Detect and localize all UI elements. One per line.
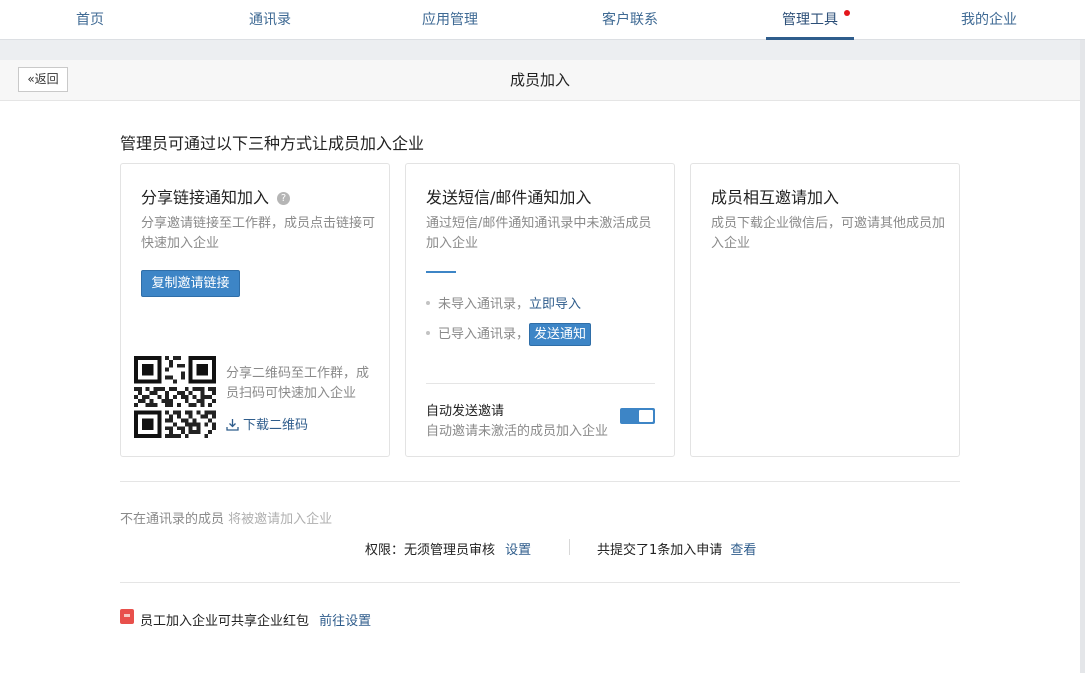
bullet-icon	[426, 301, 430, 305]
card-title: 发送短信/邮件通知加入	[426, 188, 592, 207]
mutual-invite-card: 成员相互邀请加入 成员下载企业微信后，可邀请其他成员加入企业	[690, 163, 960, 457]
section-divider	[120, 481, 960, 482]
share-link-card: 分享链接通知加入? 分享邀请链接至工作群，成员点击链接可快速加入企业 复制邀请链…	[120, 163, 390, 457]
double-chevron-left-icon: «	[27, 72, 35, 86]
faded-text-1: 不在通讯录的成员	[120, 512, 225, 527]
accent-bar	[426, 271, 456, 273]
red-packet-row: 员工加入企业可共享企业红包 前往设置	[140, 610, 371, 629]
red-packet-text: 员工加入企业可共享企业红包	[140, 614, 310, 629]
permission-row: 权限：无须管理员审核 设置	[365, 539, 531, 558]
nav-item-label: 通讯录	[249, 12, 291, 28]
view-applications-link[interactable]: 查看	[730, 543, 756, 558]
auto-invite-title: 自动发送邀请	[426, 404, 505, 419]
applications-row: 共提交了1条加入申请 查看	[597, 539, 756, 558]
imported-status-text: 已导入通讯录，	[438, 327, 530, 342]
nav-item-label: 我的企业	[961, 12, 1017, 28]
active-tab-underline	[766, 37, 854, 40]
nav-item-contacts[interactable]: 通讯录	[248, 0, 292, 40]
nav-item-home[interactable]: 首页	[75, 0, 105, 40]
applications-text: 共提交了1条加入申请	[597, 543, 723, 558]
nav-item-app-management[interactable]: 应用管理	[421, 0, 479, 40]
nav-item-label: 管理工具	[782, 12, 838, 28]
nav-item-label: 应用管理	[422, 12, 478, 28]
card-description: 分享邀请链接至工作群，成员点击链接可快速加入企业	[141, 216, 376, 251]
import-now-link[interactable]: 立即导入	[529, 297, 581, 312]
toggle-knob	[639, 410, 653, 422]
nav-item-management-tools[interactable]: 管理工具	[766, 0, 854, 40]
sms-email-card: 发送短信/邮件通知加入 通过短信/邮件通知通讯录中未激活成员加入企业 未导入通讯…	[405, 163, 675, 457]
download-icon	[226, 419, 239, 431]
download-qr-label: 下载二维码	[243, 418, 309, 433]
panel-header: 成员加入 «返回	[0, 60, 1080, 101]
nav-item-my-enterprise[interactable]: 我的企业	[960, 0, 1018, 40]
vertical-separator	[569, 539, 570, 555]
nav-item-label: 客户联系	[602, 12, 658, 28]
auto-invite-description: 自动邀请未激活的成员加入企业	[426, 424, 609, 439]
intro-heading: 管理员可通过以下三种方式让成员加入企业	[120, 134, 425, 153]
help-icon[interactable]: ?	[277, 192, 291, 205]
scrollbar-track[interactable]	[1080, 40, 1085, 673]
non-contact-invite-text: 不在通讯录的成员 将被邀请加入企业	[120, 508, 332, 527]
card-divider	[426, 383, 655, 384]
faded-text-2: 将被邀请加入企业	[228, 512, 333, 527]
send-notice-row: 已导入通讯录， 发送通知	[426, 323, 592, 346]
go-to-settings-link[interactable]: 前往设置	[319, 614, 371, 629]
page-title: 成员加入	[509, 71, 570, 89]
qr-description: 分享二维码至工作群，成员扫码可快速加入企业	[226, 366, 370, 401]
import-contacts-row: 未导入通讯录，立即导入	[426, 293, 581, 312]
permission-settings-link[interactable]: 设置	[505, 543, 531, 558]
bullet-icon	[426, 331, 430, 335]
nav-item-customer-contact[interactable]: 客户联系	[601, 0, 659, 40]
red-packet-icon	[120, 609, 134, 624]
member-join-panel: 成员加入 «返回 管理员可通过以下三种方式让成员加入企业 分享链接通知加入? 分…	[0, 60, 1080, 673]
auto-invite-toggle[interactable]	[620, 408, 655, 424]
card-description: 成员下载企业微信后，可邀请其他成员加入企业	[711, 216, 946, 251]
card-title-text: 分享链接通知加入	[141, 188, 270, 207]
section-divider	[120, 582, 960, 583]
card-description: 通过短信/邮件通知通讯录中未激活成员加入企业	[426, 216, 652, 251]
download-qr-link[interactable]: 下载二维码	[226, 414, 308, 433]
send-notice-button[interactable]: 发送通知	[529, 323, 592, 346]
notification-dot	[844, 10, 850, 16]
import-status-text: 未导入通讯录，	[438, 297, 530, 312]
copy-invite-link-button[interactable]: 复制邀请链接	[141, 270, 240, 297]
card-title: 分享链接通知加入?	[141, 184, 291, 208]
card-title: 成员相互邀请加入	[711, 188, 840, 207]
back-button-label: 返回	[34, 72, 59, 86]
nav-item-label: 首页	[76, 12, 104, 28]
top-nav: 首页 通讯录 应用管理 客户联系 管理工具 我的企业	[0, 0, 1085, 40]
permission-text: 权限：无须管理员审核	[365, 543, 496, 558]
back-button[interactable]: «返回	[18, 67, 68, 92]
qr-code-image	[134, 356, 216, 438]
